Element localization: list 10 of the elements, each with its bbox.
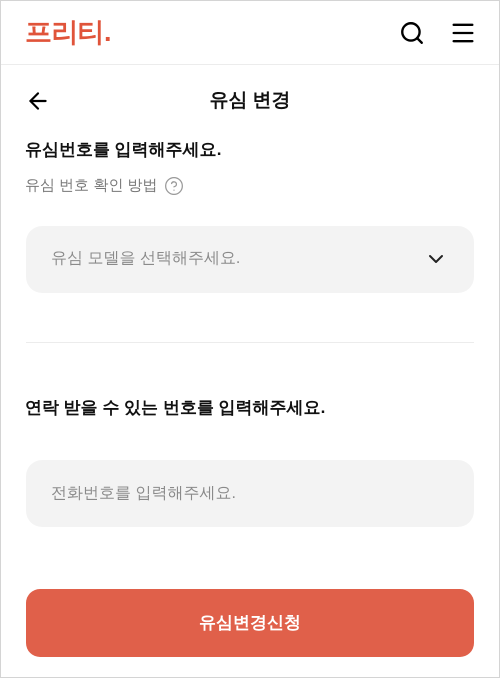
logo[interactable]: 프리티.: [25, 19, 111, 46]
contact-heading: 연락 받을 수 있는 번호를 입력해주세요.: [24, 396, 326, 418]
submit-button[interactable]: 유심변경신청: [26, 589, 474, 657]
phone-field[interactable]: 전화번호를 입력해주세요.: [26, 460, 474, 527]
help-link[interactable]: 유심 번호 확인 방법: [25, 175, 158, 198]
page-title: 유심 변경: [209, 88, 291, 113]
help-icon[interactable]: [164, 176, 184, 196]
search-icon[interactable]: [399, 20, 425, 46]
section-heading: 유심번호를 입력해주세요.: [25, 139, 222, 161]
sim-model-select[interactable]: 유심 모델을 선택해주세요.: [26, 226, 474, 292]
